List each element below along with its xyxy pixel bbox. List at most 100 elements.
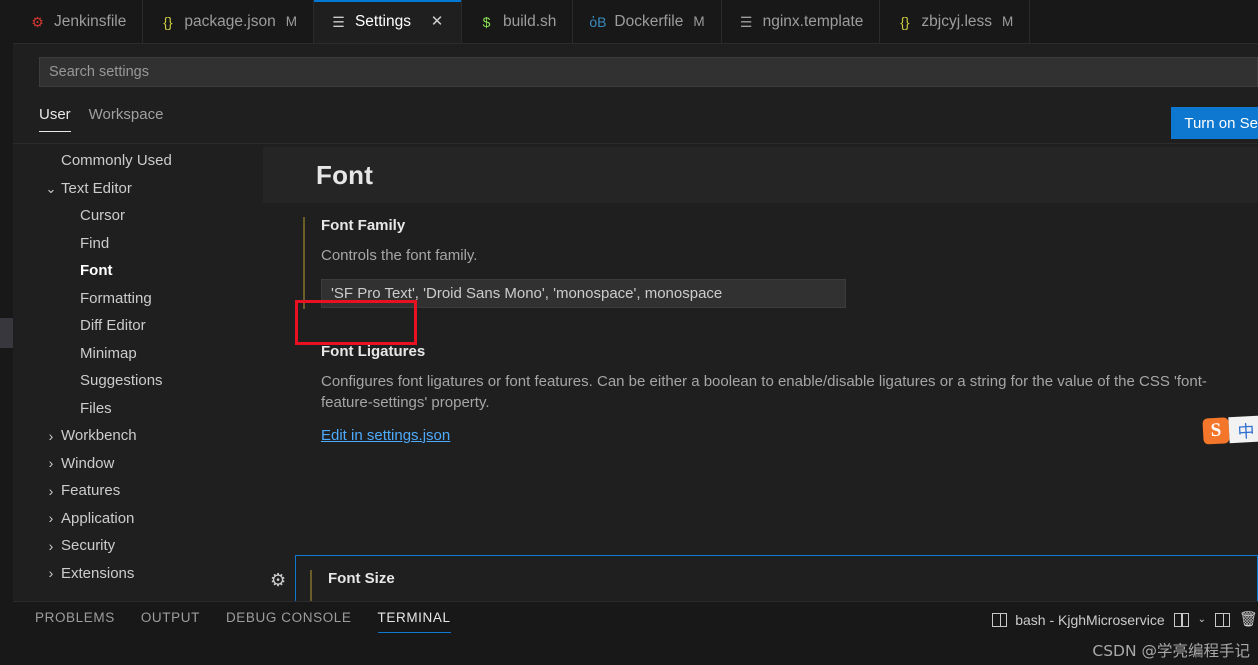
template-icon: ☰ [739, 13, 753, 30]
toc-item-application[interactable]: › Application [13, 505, 263, 533]
toc-item-label: Formatting [80, 289, 152, 307]
toc-item-commonly-used[interactable]: Commonly Used [13, 147, 263, 175]
ime-language-mode[interactable]: 中 [1228, 415, 1258, 444]
bottom-panel: PROBLEMS OUTPUT DEBUG CONSOLE TERMINAL bash… [13, 601, 1258, 665]
setting-row-font-size-inner: Font Size Controls the font size in pixe… [310, 570, 1240, 601]
toc-item-cursor[interactable]: Cursor [13, 202, 263, 230]
turn-on-settings-sync-button[interactable]: Turn on Se [1171, 107, 1258, 139]
tab-label: zbjcyj.less [921, 12, 993, 30]
setting-description-font-family: Controls the font family. [321, 247, 478, 264]
modified-indicator [310, 570, 312, 601]
toc-item-formatting[interactable]: Formatting [13, 285, 263, 313]
toc-item-label: Security [61, 537, 116, 555]
toc-item-text-editor[interactable]: ⌄ Text Editor [13, 175, 263, 203]
chevron-right-icon[interactable]: › [43, 484, 59, 498]
setting-row-font-size[interactable]: ⚙ Font Size Controls the font size in pi… [270, 555, 1258, 601]
toc-item-label: Application [61, 509, 135, 527]
json-icon: {} [900, 13, 910, 30]
gear-icon[interactable]: ⚙ [270, 571, 286, 589]
close-icon[interactable]: ✕ [429, 14, 445, 29]
panel-actions: bash - KjghMicroservice ⌄ 🗑 [992, 610, 1258, 629]
panel-tab-terminal[interactable]: TERMINAL [377, 610, 451, 633]
editor-tab-jenkinsfile[interactable]: ⚙ Jenkinsfile [13, 0, 144, 43]
toc-item-label: Workbench [61, 427, 137, 445]
toc-item-label: Features [61, 482, 121, 500]
setting-description-font-ligatures: Configures font ligatures or font featur… [321, 373, 1207, 411]
settings-group-header: Font [291, 147, 1258, 203]
setting-title-font-family: Font Family [321, 217, 406, 234]
settings-search-row [13, 44, 1258, 100]
settings-icon: ☰ [332, 13, 345, 30]
toc-item-font[interactable]: Font [13, 257, 263, 285]
toc-item-diff-editor[interactable]: Diff Editor [13, 312, 263, 340]
editor-tab-build-sh[interactable]: $ build.sh [461, 0, 574, 43]
scope-divider [13, 143, 1258, 144]
toc-item-label: Extensions [61, 564, 135, 582]
editor-tab-dockerfile[interactable]: ὀB Dockerfile M [573, 0, 722, 43]
panel-tab-debug-console[interactable]: DEBUG CONSOLE [226, 610, 352, 633]
setting-row-font-ligatures[interactable]: Font Ligatures Configures font ligatures… [303, 343, 1258, 445]
scope-tab-user[interactable]: User [39, 106, 71, 132]
toc-item-label: Find [80, 234, 110, 252]
chevron-right-icon[interactable]: › [43, 511, 59, 525]
chevron-down-icon[interactable]: ⌄ [43, 182, 59, 195]
page-title: Font [316, 159, 374, 190]
panel-tab-problems[interactable]: PROBLEMS [35, 610, 115, 633]
toc-item-find[interactable]: Find [13, 230, 263, 258]
trash-icon[interactable]: 🗑 [1239, 610, 1258, 629]
chevron-right-icon[interactable]: › [43, 539, 59, 553]
toc-item-label: Window [61, 454, 115, 472]
chevron-right-icon[interactable]: › [43, 566, 59, 580]
sogou-logo-icon: S [1202, 417, 1230, 445]
toc-item-features[interactable]: › Features [13, 477, 263, 505]
tab-modified-badge: M [285, 14, 297, 29]
chevron-down-icon[interactable]: ⌄ [1198, 614, 1206, 625]
tab-label: Settings [354, 12, 411, 30]
panel-tab-output[interactable]: OUTPUT [141, 610, 200, 633]
toc-item-extensions[interactable]: › Extensions [13, 560, 263, 588]
terminal-icon [992, 612, 1008, 627]
annotation-highlight-rectangle [295, 300, 417, 345]
toc-item-label: Suggestions [80, 372, 163, 390]
editor-tab-nginx-template[interactable]: ☰ nginx.template [721, 0, 881, 43]
tab-modified-badge: M [693, 14, 705, 29]
toc-item-label: Minimap [80, 344, 137, 362]
chevron-right-icon[interactable]: › [43, 456, 59, 470]
editor-tab-zbjcyj-less[interactable]: {} zbjcyj.less M [880, 0, 1031, 43]
tab-bar-filler [1030, 0, 1258, 43]
chevron-right-icon[interactable]: › [43, 429, 59, 443]
jenkins-icon: ⚙ [31, 13, 44, 30]
new-terminal-icon[interactable] [1215, 612, 1230, 627]
split-terminal-icon[interactable] [1173, 612, 1189, 627]
settings-list: Font Font Family Controls the font famil… [263, 147, 1258, 601]
settings-toc-tree: Commonly Used ⌄ Text Editor Cursor Find Font F… [13, 147, 263, 601]
sidebar-scrollbar-slider[interactable] [0, 318, 13, 348]
toc-item-label: Commonly Used [61, 152, 172, 170]
toc-item-security[interactable]: › Security [13, 532, 263, 560]
edit-in-settings-json-link[interactable]: Edit in settings.json [321, 427, 450, 444]
editor-tab-package-json[interactable]: {} package.json M [143, 0, 314, 43]
terminal-name: bash - KjghMicroservice [1015, 611, 1165, 628]
shell-icon: $ [482, 13, 491, 30]
search-input[interactable] [39, 57, 1258, 87]
json-icon: {} [163, 13, 173, 30]
editor-tab-settings[interactable]: ☰ Settings ✕ [313, 0, 462, 43]
toc-item-window[interactable]: › Window [13, 450, 263, 478]
tab-label: Dockerfile [614, 12, 684, 30]
toc-item-files[interactable]: Files [13, 395, 263, 423]
toc-item-minimap[interactable]: Minimap [13, 340, 263, 368]
modified-indicator [303, 217, 305, 309]
sogou-ime-widget[interactable]: S 中 [1202, 415, 1258, 445]
terminal-selector[interactable]: bash - KjghMicroservice [992, 611, 1165, 628]
tab-modified-badge: M [1002, 14, 1014, 29]
toc-item-label: Diff Editor [80, 317, 146, 335]
editor-tab-bar: ⚙ Jenkinsfile {} package.json M ☰ Settings ✕ $ bu… [13, 0, 1258, 44]
group-header-fill [263, 147, 291, 203]
docker-icon: ὀB [589, 13, 607, 30]
scope-tab-workspace[interactable]: Workspace [89, 106, 164, 132]
toc-item-workbench[interactable]: › Workbench [13, 422, 263, 450]
tab-label: nginx.template [762, 12, 864, 30]
toc-item-suggestions[interactable]: Suggestions [13, 367, 263, 395]
toc-item-label: Text Editor [61, 179, 132, 197]
setting-row-font-family[interactable]: Font Family Controls the font family. [303, 217, 1258, 309]
